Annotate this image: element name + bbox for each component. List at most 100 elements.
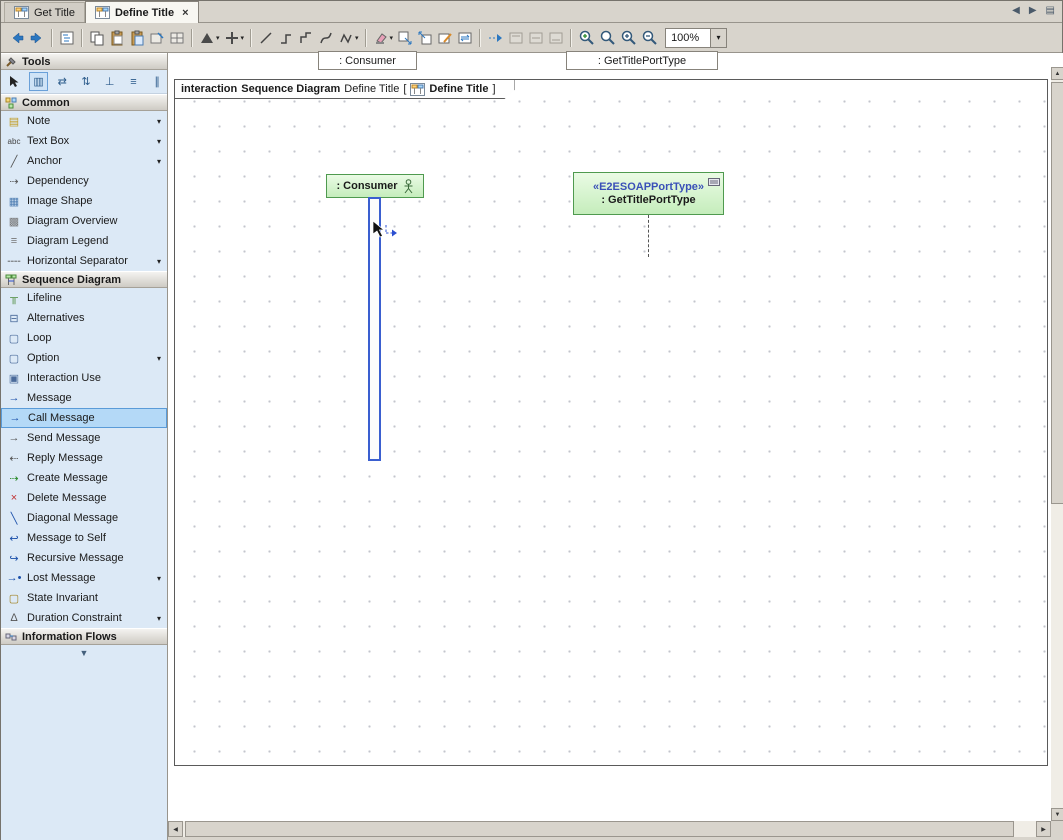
- toolbar-box-button-2[interactable]: [167, 27, 187, 49]
- stamp-mode-button[interactable]: ▥: [29, 72, 49, 91]
- diagram-canvas[interactable]: interaction Sequence Diagram Define Titl…: [168, 53, 1051, 821]
- chevron-down-icon[interactable]: ▾: [157, 157, 161, 166]
- zoom-fit-button[interactable]: [597, 27, 618, 49]
- consumer-name-label[interactable]: : Consumer: [318, 51, 417, 70]
- tool-state-invariant[interactable]: ▢State Invariant: [1, 588, 167, 608]
- horizontal-scroll-track[interactable]: [183, 821, 1036, 837]
- layout-dropdown-button[interactable]: ▾: [197, 27, 222, 49]
- gray-box-button-3[interactable]: [546, 27, 566, 49]
- vertical-scrollbar[interactable]: ▲ ▼: [1051, 67, 1063, 821]
- parallel-button[interactable]: ∥: [147, 72, 167, 91]
- scroll-tabs-left-button[interactable]: ◀: [1012, 5, 1020, 16]
- swap-vertical-button[interactable]: ⇅: [76, 72, 96, 91]
- tool-anchor[interactable]: ╱Anchor▾: [1, 151, 167, 171]
- add-point-button[interactable]: ▾: [222, 27, 247, 49]
- tool-call-message[interactable]: →Call Message: [1, 408, 167, 428]
- align-bottom-button[interactable]: ⊥: [100, 72, 120, 91]
- lifeline-dashed-line[interactable]: [648, 215, 649, 257]
- section-header-information-flows[interactable]: Information Flows: [1, 628, 167, 645]
- box-edit-button[interactable]: [435, 27, 455, 49]
- tool-horizontal-separator[interactable]: ╌╌Horizontal Separator▾: [1, 251, 167, 271]
- containment-tree-button[interactable]: [57, 27, 77, 49]
- tool-message[interactable]: →Message: [1, 388, 167, 408]
- lifeline-gettitleporttype[interactable]: «E2ESOAPPortType» : GetTitlePortType: [573, 172, 724, 215]
- box-arrow-button-1[interactable]: [395, 27, 415, 49]
- rectilinear-path-2-button[interactable]: [296, 27, 316, 49]
- tools-panel-header[interactable]: Tools: [1, 53, 167, 70]
- tab-get-title[interactable]: Get Title: [4, 2, 85, 22]
- horizontal-scrollbar[interactable]: ◀ ▶: [168, 821, 1051, 837]
- interaction-frame[interactable]: interaction Sequence Diagram Define Titl…: [174, 79, 1048, 766]
- vertical-scroll-thumb[interactable]: [1051, 82, 1063, 504]
- tab-define-title[interactable]: Define Title ×: [85, 1, 199, 23]
- porttype-name-label[interactable]: : GetTitlePortType: [566, 51, 718, 70]
- tool-dependency[interactable]: ⇢Dependency: [1, 171, 167, 191]
- box-arrow-button-2[interactable]: [415, 27, 435, 49]
- tool-note[interactable]: ▤Note▾: [1, 111, 167, 131]
- lifeline-consumer[interactable]: : Consumer: [326, 174, 424, 198]
- tool-duration-constraint[interactable]: ΔDuration Constraint▾: [1, 608, 167, 628]
- chevron-down-icon[interactable]: ▾: [157, 117, 161, 126]
- chevron-down-icon[interactable]: ▾: [157, 614, 161, 623]
- tool-lifeline[interactable]: ╥Lifeline: [1, 288, 167, 308]
- chevron-down-icon[interactable]: ▾: [710, 29, 726, 47]
- tool-diagonal-message[interactable]: ╲Diagonal Message: [1, 508, 167, 528]
- eraser-button[interactable]: ▾: [371, 27, 396, 49]
- tool-lost-message[interactable]: →•Lost Message▾: [1, 568, 167, 588]
- tool-diagram-overview[interactable]: ▩Diagram Overview: [1, 211, 167, 231]
- zoom-marquee-button[interactable]: [576, 27, 597, 49]
- gray-box-button-1[interactable]: [506, 27, 526, 49]
- tool-interaction-use[interactable]: ▣Interaction Use: [1, 368, 167, 388]
- tool-recursive-message[interactable]: ↪Recursive Message: [1, 548, 167, 568]
- scroll-tabs-right-button[interactable]: ▶: [1029, 5, 1037, 16]
- diagonal-message-icon: ╲: [6, 512, 22, 525]
- tool-alternatives[interactable]: ⊟Alternatives: [1, 308, 167, 328]
- loop-icon: ▢: [6, 332, 22, 345]
- scroll-up-button[interactable]: ▲: [1051, 67, 1063, 80]
- section-header-common[interactable]: Common: [1, 94, 167, 111]
- section-header-sequence-diagram[interactable]: Sequence Diagram: [1, 271, 167, 288]
- tool-send-message[interactable]: →Send Message: [1, 428, 167, 448]
- dashed-arrow-button[interactable]: [485, 27, 506, 49]
- distribute-button[interactable]: ≡: [124, 72, 144, 91]
- tool-loop[interactable]: ▢Loop: [1, 328, 167, 348]
- rectilinear-path-button[interactable]: [276, 27, 296, 49]
- zoom-out-button[interactable]: [639, 27, 660, 49]
- tab-list-button[interactable]: ▤: [1046, 5, 1055, 16]
- bezier-path-button[interactable]: [316, 27, 336, 49]
- oblique-path-button[interactable]: [256, 27, 276, 49]
- tool-delete-message[interactable]: ×Delete Message: [1, 488, 167, 508]
- tool-text-box[interactable]: abcText Box▾: [1, 131, 167, 151]
- scroll-down-button[interactable]: ▼: [1051, 808, 1063, 821]
- tool-message-to-self[interactable]: ↩Message to Self: [1, 528, 167, 548]
- chevron-down-icon[interactable]: ▾: [157, 257, 161, 266]
- tool-option[interactable]: ▢Option▾: [1, 348, 167, 368]
- zoom-level-select[interactable]: 100% ▾: [665, 28, 727, 48]
- toolbar-box-button-1[interactable]: [147, 27, 167, 49]
- chevron-down-icon[interactable]: ▾: [157, 137, 161, 146]
- zoom-in-button[interactable]: [618, 27, 639, 49]
- paste-special-button[interactable]: [127, 27, 147, 49]
- vertical-scroll-track[interactable]: [1051, 80, 1063, 808]
- tool-create-message[interactable]: ⇢Create Message: [1, 468, 167, 488]
- forward-button[interactable]: [27, 27, 47, 49]
- chevron-down-icon[interactable]: ▾: [157, 354, 161, 363]
- scroll-right-button[interactable]: ▶: [1036, 821, 1051, 837]
- swap-horizontal-button[interactable]: ⇄: [52, 72, 72, 91]
- collapse-panel-button[interactable]: ▼: [1, 645, 167, 661]
- diagram-frame-label[interactable]: interaction Sequence Diagram Define Titl…: [175, 80, 515, 99]
- scroll-left-button[interactable]: ◀: [168, 821, 183, 837]
- zigzag-path-button[interactable]: ▾: [336, 27, 361, 49]
- tool-image-shape[interactable]: ▦Image Shape: [1, 191, 167, 211]
- chevron-down-icon[interactable]: ▾: [157, 574, 161, 583]
- close-tab-icon[interactable]: ×: [182, 7, 188, 19]
- tool-reply-message[interactable]: ⇠Reply Message: [1, 448, 167, 468]
- box-swap-button[interactable]: [455, 27, 475, 49]
- copy-button[interactable]: [87, 27, 107, 49]
- paste-button[interactable]: [107, 27, 127, 49]
- horizontal-scroll-thumb[interactable]: [185, 821, 1014, 837]
- tool-diagram-legend[interactable]: ≡Diagram Legend: [1, 231, 167, 251]
- pointer-tool-button[interactable]: [5, 72, 25, 91]
- gray-box-button-2[interactable]: [526, 27, 546, 49]
- back-button[interactable]: [7, 27, 27, 49]
